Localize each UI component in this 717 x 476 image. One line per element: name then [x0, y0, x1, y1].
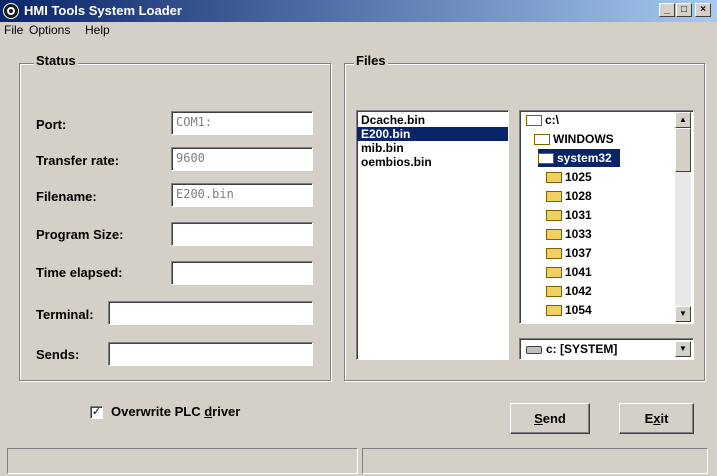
transfer-rate-field: 9600	[171, 147, 313, 171]
drive-select-value: c: [SYSTEM]	[526, 342, 617, 356]
status-bar-pane-left	[7, 448, 358, 474]
folder-icon	[546, 229, 562, 241]
files-legend: Files	[354, 53, 388, 68]
tree-item[interactable]: 1037	[546, 244, 592, 262]
filename-label: Filename:	[36, 189, 97, 204]
drive-icon	[526, 345, 542, 354]
close-button[interactable]: ×	[695, 3, 711, 17]
title-bar: HMI Tools System Loader _ □ ×	[0, 0, 717, 22]
scroll-down-icon[interactable]: ▼	[675, 306, 691, 322]
app-icon	[3, 3, 19, 19]
transfer-rate-label: Transfer rate:	[36, 153, 120, 168]
port-field: COM1:	[171, 111, 313, 135]
status-legend: Status	[34, 53, 78, 68]
file-list-item[interactable]: Dcache.bin	[357, 113, 508, 127]
chevron-down-icon[interactable]: ▼	[675, 341, 691, 357]
tree-item[interactable]: system32	[538, 149, 620, 167]
folder-icon	[546, 305, 562, 317]
tree-item[interactable]: 1054	[546, 301, 592, 319]
exit-button[interactable]: Exit	[619, 403, 694, 434]
sends-field	[108, 342, 313, 366]
folder-icon	[546, 191, 562, 203]
drive-select[interactable]: c: [SYSTEM] ▼	[519, 338, 694, 360]
overwrite-checkbox[interactable]: ✓	[90, 406, 103, 419]
tree-item[interactable]: 1041	[546, 263, 592, 281]
time-elapsed-label: Time elapsed:	[36, 265, 123, 280]
folder-open-icon	[534, 134, 550, 146]
terminal-field	[108, 301, 313, 325]
tree-item[interactable]: 1028	[546, 187, 592, 205]
tree-item[interactable]: WINDOWS	[534, 130, 614, 148]
tree-item[interactable]: 1031	[546, 206, 592, 224]
maximize-button[interactable]: □	[676, 3, 692, 17]
folder-open-icon	[538, 153, 554, 165]
folder-icon	[546, 267, 562, 279]
tree-item[interactable]: c:\	[526, 111, 559, 129]
tree-item[interactable]: 1042	[546, 282, 592, 300]
scroll-thumb[interactable]	[675, 128, 691, 172]
window-title: HMI Tools System Loader	[24, 3, 182, 18]
program-size-label: Program Size:	[36, 227, 124, 242]
folder-icon	[546, 248, 562, 260]
overwrite-label[interactable]: Overwrite PLC driver	[111, 404, 240, 419]
menu-options[interactable]: Options	[29, 23, 70, 37]
folder-icon	[546, 172, 562, 184]
time-elapsed-field	[171, 261, 313, 285]
filename-field: E200.bin	[171, 183, 313, 207]
send-button[interactable]: Send	[510, 403, 590, 434]
tree-item[interactable]: 1033	[546, 225, 592, 243]
terminal-label: Terminal:	[36, 307, 94, 322]
menu-help[interactable]: Help	[85, 23, 110, 37]
menu-bar: File Options Help	[0, 22, 717, 40]
tree-scrollbar[interactable]: ▲ ▼	[675, 112, 691, 322]
folder-icon	[546, 286, 562, 298]
minimize-button[interactable]: _	[659, 3, 675, 17]
tree-item[interactable]: 1025	[546, 168, 592, 186]
folder-icon	[546, 210, 562, 222]
folder-tree[interactable]: c:\ WINDOWS system32 1025 1028 1031 1033…	[519, 110, 694, 324]
file-list-item[interactable]: E200.bin	[357, 127, 508, 141]
status-bar-pane-right	[362, 448, 708, 474]
menu-file[interactable]: File	[4, 23, 23, 37]
folder-open-icon	[526, 115, 542, 127]
sends-label: Sends:	[36, 347, 80, 362]
file-list-item[interactable]: mib.bin	[357, 141, 508, 155]
port-label: Port:	[36, 117, 67, 132]
file-list[interactable]: Dcache.bin E200.bin mib.bin oembios.bin	[356, 110, 509, 360]
file-list-item[interactable]: oembios.bin	[357, 155, 508, 169]
program-size-field	[171, 222, 313, 246]
scroll-up-icon[interactable]: ▲	[675, 112, 691, 128]
